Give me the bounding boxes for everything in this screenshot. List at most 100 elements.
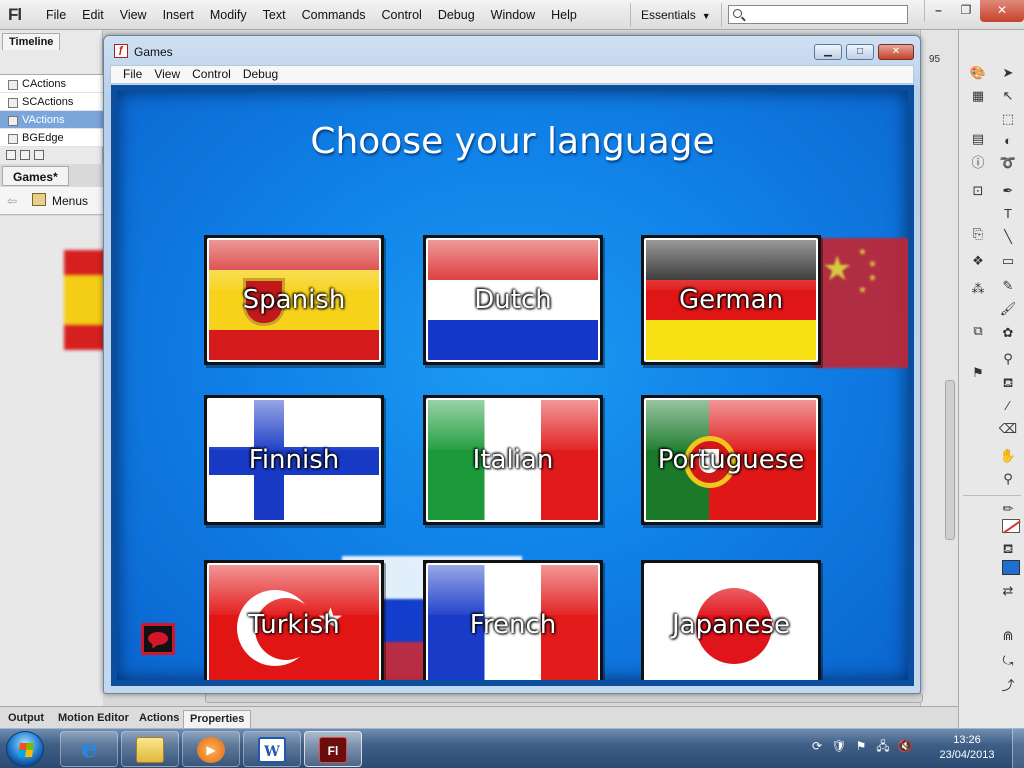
language-button-italian[interactable]: Italian xyxy=(423,395,603,525)
menu-view[interactable]: View xyxy=(112,0,155,30)
action-center-icon[interactable]: ⚑ xyxy=(852,737,870,755)
language-button-german[interactable]: German xyxy=(641,235,821,365)
hand-tool-icon[interactable]: ✋ xyxy=(997,445,1019,465)
restore-button[interactable]: ❐ xyxy=(952,0,980,22)
language-button-spanish[interactable]: Spanish xyxy=(204,235,384,365)
snap-to-objects-icon[interactable]: ⋒ xyxy=(997,625,1019,645)
brush-tool-icon[interactable]: 🖌 xyxy=(997,298,1019,318)
tab-properties[interactable]: Properties xyxy=(183,710,252,728)
layer-row[interactable]: BGEdge xyxy=(0,129,103,147)
tab-motion-editor[interactable]: Motion Editor xyxy=(52,710,135,728)
breadcrumb-label[interactable]: Menus xyxy=(52,194,88,208)
language-button-turkish[interactable]: ★ Turkish xyxy=(204,560,384,680)
smooth-icon[interactable]: ⤿ xyxy=(997,650,1019,670)
text-tool-icon[interactable]: T xyxy=(997,203,1019,223)
subselection-tool-icon[interactable]: ↖ xyxy=(997,85,1019,105)
layer-row-selected[interactable]: VActions xyxy=(0,111,103,129)
document-tab[interactable]: Games* xyxy=(2,166,69,186)
search-box[interactable] xyxy=(728,5,908,24)
transform-icon[interactable]: ⊡ xyxy=(967,180,989,200)
network-icon[interactable]: 🖧 xyxy=(874,737,892,755)
eyedropper-tool-icon[interactable]: ⁄ xyxy=(997,395,1019,415)
library-icon[interactable]: ⎘ xyxy=(967,223,989,243)
paint-bucket-icon[interactable]: ⛾ xyxy=(997,372,1019,392)
info-icon[interactable]: ⓘ xyxy=(967,152,989,172)
antivirus-icon[interactable]: 🛡 xyxy=(830,737,848,755)
language-button-finnish[interactable]: Finnish xyxy=(204,395,384,525)
motion-presets-icon[interactable]: ⁂ xyxy=(967,278,989,298)
start-button[interactable] xyxy=(6,731,44,767)
speech-bubble-button[interactable] xyxy=(141,623,175,655)
zoom-tool-icon[interactable]: ⚲ xyxy=(997,468,1019,488)
components-icon[interactable]: ❖ xyxy=(967,250,989,270)
player-menu-view[interactable]: View xyxy=(148,66,186,83)
volume-muted-icon[interactable]: 🔇 xyxy=(896,737,914,755)
menu-help[interactable]: Help xyxy=(543,0,585,30)
tab-output[interactable]: Output xyxy=(2,710,50,728)
show-desktop-button[interactable] xyxy=(1012,729,1024,768)
player-close-button[interactable]: ✕ xyxy=(878,44,914,60)
search-input[interactable] xyxy=(747,7,905,22)
deco-tool-icon[interactable]: ✿ xyxy=(997,322,1019,342)
straighten-icon[interactable]: ⤴ xyxy=(997,675,1019,695)
taskbar-flash[interactable]: Fl xyxy=(304,731,362,767)
history-icon[interactable]: ⧉ xyxy=(967,320,989,340)
eraser-tool-icon[interactable]: ⌫ xyxy=(997,418,1019,438)
back-arrow-icon[interactable]: ⇦ xyxy=(7,194,17,208)
sync-icon[interactable]: ⟳ xyxy=(808,737,826,755)
menu-debug[interactable]: Debug xyxy=(430,0,483,30)
language-button-japanese[interactable]: Japanese xyxy=(641,560,821,680)
timeline-tab[interactable]: Timeline xyxy=(2,33,61,50)
swatches-icon[interactable]: ▦ xyxy=(967,85,989,105)
free-transform-icon[interactable]: ⬚ xyxy=(997,108,1019,128)
align-icon[interactable]: ▤ xyxy=(967,128,989,148)
menu-modify[interactable]: Modify xyxy=(202,0,255,30)
player-menu-file[interactable]: File xyxy=(117,66,148,83)
minimize-button[interactable]: – xyxy=(924,0,952,22)
line-tool-icon[interactable]: ╲ xyxy=(997,226,1019,246)
close-button[interactable]: ✕ xyxy=(980,0,1024,22)
clock[interactable]: 13:26 23/04/2013 xyxy=(932,733,1002,763)
tab-actions[interactable]: Actions xyxy=(133,710,185,728)
taskbar-windows-explorer[interactable] xyxy=(121,731,179,767)
layer-row[interactable]: SCActions xyxy=(0,93,103,111)
workspace-switcher[interactable]: Essentials ▼ xyxy=(630,3,722,27)
color-icon[interactable]: 🎨 xyxy=(967,62,989,82)
selection-tool-icon[interactable]: ➤ xyxy=(997,62,1019,82)
lasso-tool-icon[interactable]: ➰ xyxy=(997,152,1019,172)
pencil-tool-icon[interactable]: ✎ xyxy=(997,275,1019,295)
menu-control[interactable]: Control xyxy=(374,0,430,30)
taskbar-word[interactable]: W xyxy=(243,731,301,767)
swap-colors-icon[interactable]: ⇄ xyxy=(997,580,1019,600)
stroke-color-icon[interactable]: ✏ xyxy=(997,498,1019,518)
menu-commands[interactable]: Commands xyxy=(294,0,374,30)
layer-row[interactable]: CActions xyxy=(0,75,103,93)
player-maximize-button[interactable]: □ xyxy=(846,44,874,60)
menu-text[interactable]: Text xyxy=(255,0,294,30)
menu-file[interactable]: File xyxy=(38,0,74,30)
fill-color-icon[interactable]: ⛾ xyxy=(997,538,1019,558)
horizontal-scrollbar[interactable] xyxy=(205,693,923,703)
language-button-portuguese[interactable]: Portuguese xyxy=(641,395,821,525)
pen-tool-icon[interactable]: ✒ xyxy=(997,180,1019,200)
3d-rotation-icon[interactable]: ◐ xyxy=(997,130,1019,150)
menu-window[interactable]: Window xyxy=(483,0,543,30)
vertical-scrollbar[interactable] xyxy=(945,380,955,540)
delete-layer-icon[interactable] xyxy=(34,150,44,160)
new-layer-icon[interactable] xyxy=(6,150,16,160)
player-minimize-button[interactable]: ▁ xyxy=(814,44,842,60)
menu-edit[interactable]: Edit xyxy=(74,0,112,30)
strings-icon[interactable]: ⚑ xyxy=(967,362,989,382)
player-menu-control[interactable]: Control xyxy=(186,66,237,83)
rectangle-tool-icon[interactable]: ▭ xyxy=(997,250,1019,270)
bone-tool-icon[interactable]: ⚲ xyxy=(997,348,1019,368)
menu-insert[interactable]: Insert xyxy=(155,0,202,30)
taskbar-internet-explorer[interactable]: e xyxy=(60,731,118,767)
fill-color-swatch[interactable] xyxy=(1002,560,1020,575)
new-folder-icon[interactable] xyxy=(20,150,30,160)
player-menu-debug[interactable]: Debug xyxy=(237,66,284,83)
language-button-dutch[interactable]: Dutch xyxy=(423,235,603,365)
stroke-color-swatch[interactable] xyxy=(1002,519,1020,533)
language-button-french[interactable]: French xyxy=(423,560,603,680)
taskbar-media-player[interactable]: ▶ xyxy=(182,731,240,767)
